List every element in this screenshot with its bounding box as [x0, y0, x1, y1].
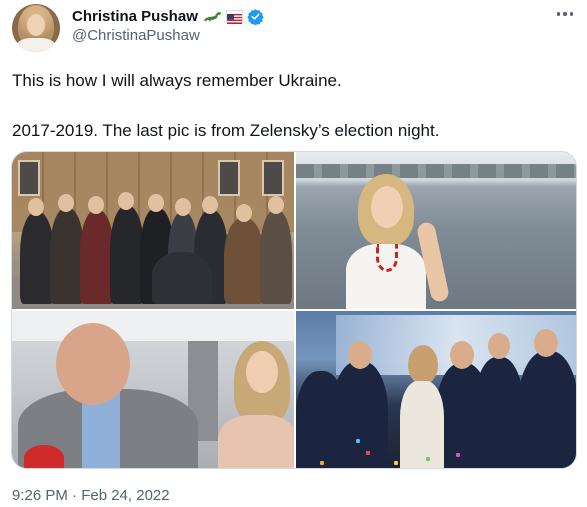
author-avatar[interactable] [12, 4, 60, 52]
tweet-timestamp[interactable]: 9:26 PM · Feb 24, 2022 [12, 487, 170, 504]
dinosaur-icon [202, 9, 222, 23]
photo-woman-by-water[interactable] [296, 152, 576, 309]
tweet-card[interactable]: Christina Pushaw @ChristinaPushaw This i… [0, 0, 587, 507]
tweet-text-line-1: This is how I will always remember Ukrai… [12, 71, 342, 90]
avatar-shirt [16, 38, 56, 52]
us-flag-icon [225, 10, 243, 24]
photo-election-night[interactable] [296, 311, 576, 468]
photo-group-in-front-of-building[interactable] [12, 152, 294, 309]
verified-badge-icon[interactable] [247, 8, 264, 25]
author-display-name[interactable]: Christina Pushaw [72, 8, 198, 25]
author-handle[interactable]: @ChristinaPushaw [72, 27, 200, 44]
photo-hallway-press[interactable] [12, 311, 294, 468]
media-grid [11, 151, 577, 469]
avatar-face [27, 14, 45, 36]
more-options-icon[interactable] [553, 4, 577, 24]
author-name-row: Christina Pushaw [72, 6, 264, 26]
tweet-text-line-2: 2017-2019. The last pic is from Zelensky… [12, 121, 440, 140]
